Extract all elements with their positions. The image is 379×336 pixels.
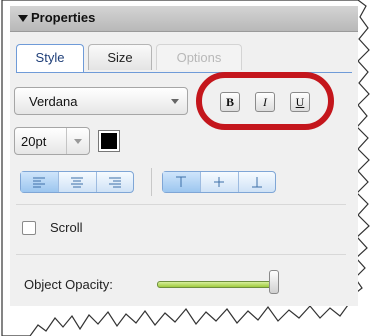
chevron-down-icon: [74, 139, 82, 144]
toolbar-separator: [151, 168, 152, 196]
tab-style[interactable]: Style: [16, 44, 84, 72]
opacity-slider-thumb[interactable]: [269, 270, 279, 294]
font-family-value: Verdana: [29, 94, 78, 109]
font-size-dropdown[interactable]: [66, 128, 89, 154]
opacity-label: Object Opacity:: [24, 277, 113, 292]
align-bottom-button[interactable]: [239, 172, 275, 192]
align-right-button[interactable]: [97, 172, 133, 192]
text-color-fill: [101, 133, 117, 149]
align-center-icon: [71, 177, 83, 188]
section-divider: [16, 254, 346, 255]
align-top-button[interactable]: [163, 172, 201, 192]
text-color-swatch[interactable]: [98, 130, 120, 152]
panel-title: Properties: [31, 10, 96, 25]
chevron-down-icon: [171, 99, 179, 104]
align-left-button[interactable]: [21, 172, 59, 192]
section-divider: [16, 204, 346, 205]
panel-header[interactable]: Properties: [10, 6, 358, 32]
font-size-select[interactable]: 20pt: [14, 127, 90, 155]
align-middle-icon: [214, 177, 224, 187]
scroll-label: Scroll: [50, 220, 83, 235]
horizontal-align-group: [20, 171, 134, 193]
align-right-icon: [109, 177, 121, 188]
align-left-icon: [33, 177, 45, 188]
opacity-slider-track[interactable]: [157, 281, 273, 288]
align-center-button[interactable]: [59, 172, 97, 192]
highlight-ring: [196, 72, 334, 130]
align-bottom-icon: [252, 177, 262, 188]
scroll-checkbox[interactable]: [22, 221, 36, 235]
font-size-value: 20pt: [21, 134, 47, 149]
collapse-triangle-icon[interactable]: [18, 15, 28, 22]
align-top-icon: [176, 176, 186, 187]
tab-options: Options: [156, 44, 242, 70]
properties-panel: Properties Style Size Options: [10, 6, 358, 306]
font-family-select[interactable]: Verdana: [14, 87, 188, 115]
vertical-align-group: [162, 171, 276, 193]
align-middle-button[interactable]: [201, 172, 239, 192]
tab-size[interactable]: Size: [88, 44, 152, 70]
